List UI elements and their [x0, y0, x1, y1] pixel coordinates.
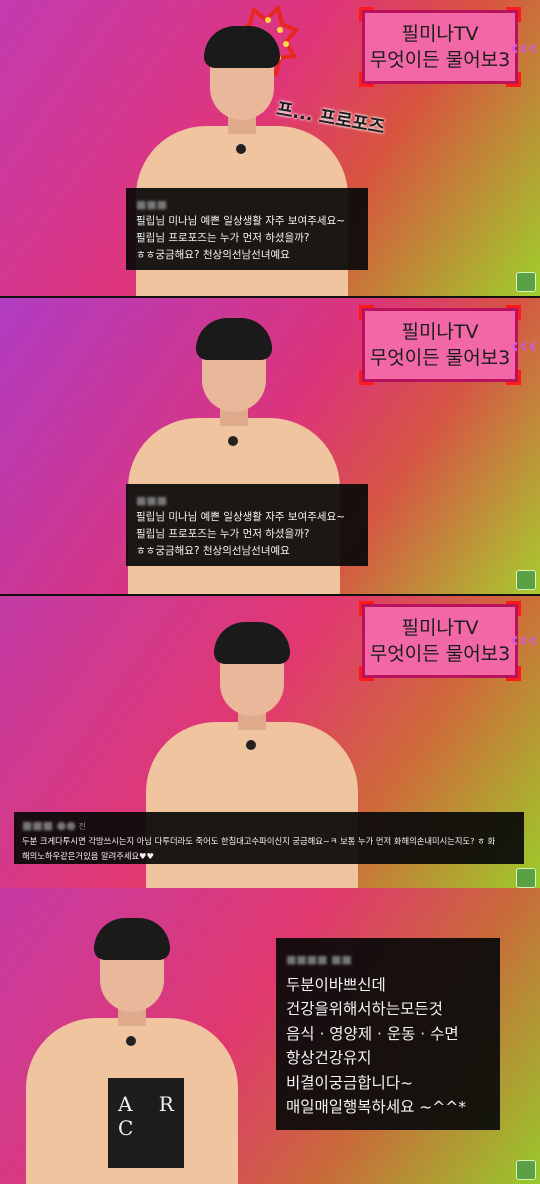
show-title-line1: 필미나TV [401, 321, 479, 343]
lapel-mic-icon [236, 144, 246, 154]
comment-line: 두분 크게다투시면 각방쓰시는지 아님 다투더라도 죽어도 한침대고수파이신지 … [22, 836, 496, 846]
comment-line: 음식 · 영양제 · 운동 · 수면 [286, 1024, 459, 1043]
channel-logo-icon [516, 1160, 536, 1180]
comment-line: 항상건강유지 [286, 1049, 372, 1067]
sweater-print: A R C [108, 1078, 184, 1168]
comment-username-blurred: ■■■ [136, 198, 168, 211]
chevrons-icon: ‹‹‹ [510, 628, 538, 653]
viewer-comment: ■■■ ●● 전 두분 크게다투시면 각방쓰시는지 아님 다투더라도 죽어도 한… [14, 812, 524, 864]
comment-line: 필립님 프로포즈는 누가 먼저 하셨을까? [136, 232, 310, 244]
comment-line: ㅎㅎ궁금해요? 천상의선남선녀예요 [136, 249, 290, 261]
comment-line: 해의노하우같은거있음 알려주세요♥♥ [22, 851, 155, 861]
show-title-line2: 무엇이든 물어보3 [369, 643, 511, 665]
chevrons-icon: ‹‹‹ [510, 334, 538, 359]
show-title-line2: 무엇이든 물어보3 [369, 347, 511, 369]
video-frame-1: 프... 프로포즈 필미나TV 무엇이든 물어보3 ‹‹‹ ■■■ 필립님 미나… [0, 0, 540, 296]
comment-username-blurred: ■■■ ●● [22, 819, 76, 832]
sweater-print-text: A R C [118, 1092, 184, 1140]
viewer-comment: ■■■■ ■■ 두분이바쁘신데 건강을위해서하는모든것 음식 · 영양제 · 운… [276, 938, 500, 1130]
channel-logo-icon [516, 570, 536, 590]
chevrons-icon: ‹‹‹ [510, 36, 538, 61]
comment-username-blurred: ■■■ [136, 494, 168, 507]
comment-line: 건강을위해서하는모든것 [286, 1000, 443, 1018]
show-title-box: 필미나TV 무엇이든 물어보3 [359, 601, 521, 681]
comment-line: 두분이바쁘신데 [286, 975, 386, 994]
show-title-box: 필미나TV 무엇이든 물어보3 [359, 7, 521, 87]
comment-line: 매일매일행복하세요 ~^^* [286, 1098, 466, 1116]
comment-line: ㅎㅎ궁금해요? 천상의선남선녀예요 [136, 545, 290, 557]
comment-line: 필립님 프로포즈는 누가 먼저 하셨을까? [136, 528, 310, 540]
show-title-line2: 무엇이든 물어보3 [369, 49, 511, 71]
show-title-box: 필미나TV 무엇이든 물어보3 [359, 305, 521, 385]
comment-username-blurred: ■■■■ ■■ [286, 953, 352, 966]
lapel-mic-icon [246, 740, 256, 750]
show-title-line1: 필미나TV [401, 23, 479, 45]
viewer-comment: ■■■ 필립님 미나님 예쁜 일상생활 자주 보여주세요~ 필립님 프로포즈는 … [126, 188, 368, 270]
channel-logo-icon [516, 868, 536, 888]
lapel-mic-icon [228, 436, 238, 446]
channel-logo-icon [516, 272, 536, 292]
comment-line: 필립님 미나님 예쁜 일상생활 자주 보여주세요~ [136, 511, 346, 523]
lapel-mic-icon [126, 1036, 136, 1046]
comment-time: 전 [78, 822, 86, 831]
show-title-line1: 필미나TV [401, 617, 479, 639]
comment-line: 필립님 미나님 예쁜 일상생활 자주 보여주세요~ [136, 215, 346, 227]
video-frame-4: A R C ■■■■ ■■ 두분이바쁘신데 건강을위해서하는모든것 음식 · 영… [0, 888, 540, 1184]
video-frame-2: 필미나TV 무엇이든 물어보3 ‹‹‹ ■■■ 필립님 미나님 예쁜 일상생활 … [0, 298, 540, 594]
video-frame-3: 필미나TV 무엇이든 물어보3 ‹‹‹ ■■■ ●● 전 두분 크게다투시면 각… [0, 596, 540, 892]
viewer-comment: ■■■ 필립님 미나님 예쁜 일상생활 자주 보여주세요~ 필립님 프로포즈는 … [126, 484, 368, 566]
comment-line: 비결이궁금합니다~ [286, 1073, 414, 1092]
